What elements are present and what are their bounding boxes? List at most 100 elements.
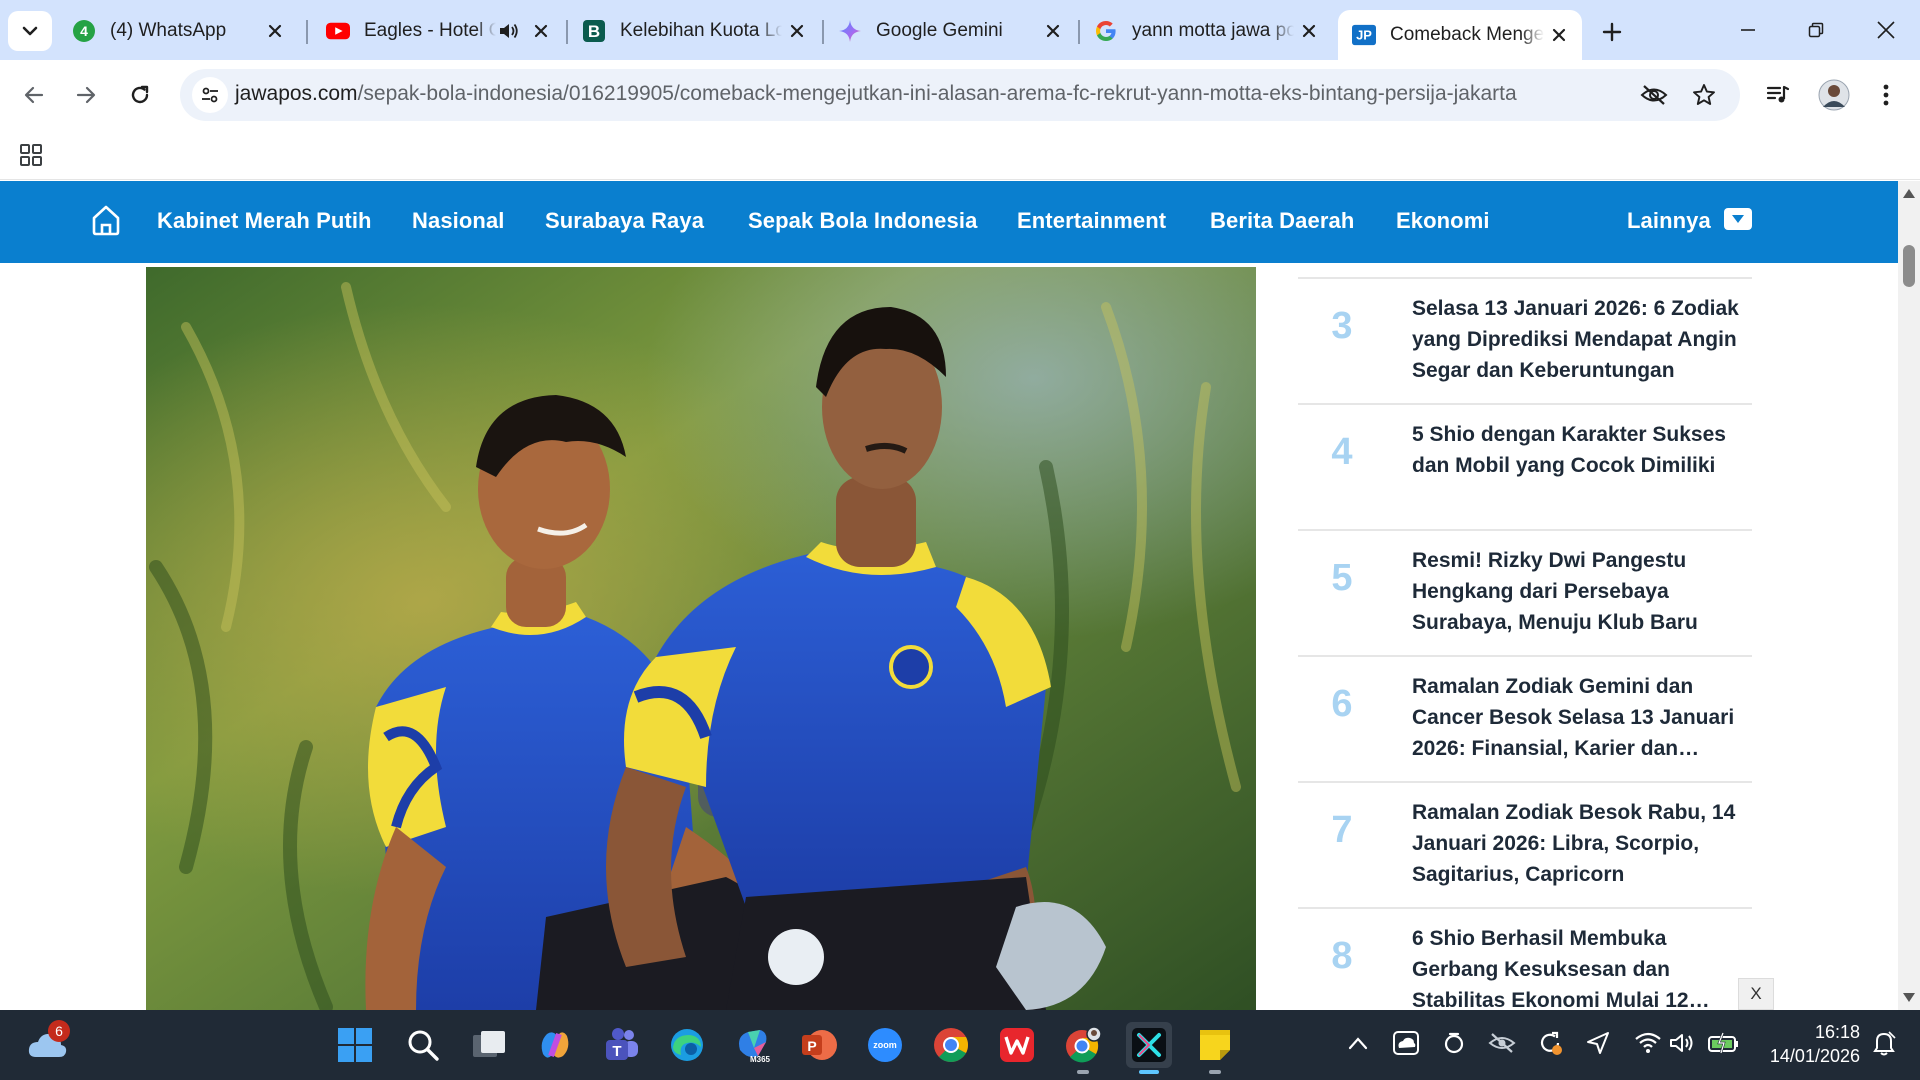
camera-off-tray[interactable] (1484, 1025, 1520, 1061)
news-title[interactable]: 5 Shio dengan Karakter Sukses dan Mobil … (1412, 419, 1742, 481)
news-title[interactable]: 6 Shio Berhasil Membuka Gerbang Kesukses… (1412, 923, 1742, 1010)
reload-button[interactable] (118, 73, 162, 117)
tab-strip: 4 (4) WhatsApp Eagles - Hotel California… (0, 0, 1920, 60)
nav-nasional[interactable]: Nasional (412, 208, 505, 234)
nav-kabinet-merah-putih[interactable]: Kabinet Merah Putih (157, 208, 372, 234)
back-button[interactable] (12, 73, 56, 117)
page-scrollbar[interactable] (1898, 181, 1920, 1010)
location-tray[interactable] (1580, 1025, 1616, 1061)
nav-ekonomi[interactable]: Ekonomi (1396, 208, 1490, 234)
list-item[interactable]: 5 Resmi! Rizky Dwi Pangestu Hengkang dar… (1298, 529, 1752, 655)
list-item[interactable]: 4 5 Shio dengan Karakter Sukses dan Mobi… (1298, 403, 1752, 529)
more-vertical-icon (1883, 84, 1889, 106)
svg-text:JP: JP (1356, 28, 1372, 43)
tab-whatsapp[interactable]: 4 (4) WhatsApp (58, 10, 298, 52)
eye-off-icon (1640, 85, 1668, 105)
zoom-app[interactable]: zoom (862, 1022, 908, 1068)
nav-lainnya[interactable]: Lainnya (1627, 208, 1711, 234)
tracking-protection-button[interactable] (1640, 81, 1668, 109)
m365-app[interactable]: M365 (730, 1022, 776, 1068)
caret-down-icon[interactable] (1724, 208, 1752, 230)
address-bar[interactable]: jawapos.com/sepak-bola-indonesia/0162199… (180, 69, 1740, 121)
sync-tray[interactable] (1436, 1025, 1472, 1061)
capcut-app[interactable] (1126, 1022, 1172, 1074)
site-info-button[interactable] (192, 77, 228, 113)
chrome-app[interactable] (928, 1022, 974, 1068)
close-icon[interactable] (260, 16, 290, 46)
close-ad-button[interactable]: X (1738, 978, 1774, 1010)
tab-search-button[interactable] (8, 11, 52, 51)
svg-text:4: 4 (80, 23, 88, 39)
close-icon[interactable] (782, 16, 812, 46)
apps-button[interactable] (14, 138, 48, 172)
new-tab-button[interactable] (1592, 12, 1632, 52)
nav-entertainment[interactable]: Entertainment (1017, 208, 1166, 234)
powerpoint-app[interactable]: P (796, 1022, 842, 1068)
news-title[interactable]: Ramalan Zodiak Gemini dan Cancer Besok S… (1412, 671, 1742, 764)
url-host: jawapos.com (235, 82, 358, 105)
nav-surabaya-raya[interactable]: Surabaya Raya (545, 208, 704, 234)
show-hidden-icons-button[interactable] (1340, 1025, 1376, 1061)
scroll-up-arrow-icon[interactable] (1903, 189, 1915, 198)
url-text[interactable]: jawapos.com/sepak-bola-indonesia/0162199… (235, 82, 1517, 106)
tab-google-gemini[interactable]: Google Gemini (824, 10, 1076, 52)
nav-sepak-bola-indonesia[interactable]: Sepak Bola Indonesia (748, 208, 977, 234)
close-icon[interactable] (1294, 16, 1324, 46)
tab-title: Comeback Mengejutkan (1390, 24, 1544, 45)
notification-center-button[interactable] (1866, 1025, 1902, 1061)
close-icon[interactable] (1038, 16, 1068, 46)
news-title[interactable]: Selasa 13 Januari 2026: 6 Zodiak yang Di… (1412, 293, 1742, 386)
jawapos-icon: JP (1352, 23, 1376, 47)
task-view-icon (473, 1031, 505, 1057)
sticky-notes-app[interactable] (1192, 1022, 1238, 1074)
restore-icon (1808, 22, 1824, 38)
tab-jawapos-active[interactable]: JP Comeback Mengejutkan (1338, 10, 1582, 60)
system-clock[interactable]: 16:18 14/01/2026 (1740, 1020, 1860, 1068)
restore-button[interactable] (1782, 0, 1850, 60)
home-icon[interactable] (90, 203, 122, 237)
clock-time: 16:18 (1814, 1022, 1860, 1042)
avatar (1818, 79, 1850, 111)
battery-tray[interactable] (1706, 1025, 1742, 1061)
forward-button[interactable] (64, 73, 108, 117)
scrollbar-thumb[interactable] (1903, 245, 1915, 287)
rank-number: 7 (1331, 809, 1353, 851)
speaker-icon[interactable] (496, 21, 522, 41)
onedrive-tray[interactable] (1388, 1025, 1424, 1061)
close-icon[interactable] (1544, 20, 1574, 50)
news-title[interactable]: Resmi! Rizky Dwi Pangestu Hengkang dari … (1412, 545, 1742, 638)
update-tray[interactable] (1532, 1025, 1568, 1061)
speaker-icon (1670, 1034, 1693, 1052)
start-button[interactable] (332, 1022, 378, 1068)
profile-button[interactable] (1812, 73, 1856, 117)
tab-google-search[interactable]: yann motta jawa pos (1080, 10, 1332, 52)
task-view-button[interactable] (466, 1022, 512, 1068)
list-item[interactable]: 8 6 Shio Berhasil Membuka Gerbang Kesuks… (1298, 907, 1752, 1010)
page-viewport: Kabinet Merah Putih Nasional Surabaya Ra… (0, 181, 1920, 1010)
minimize-button[interactable] (1714, 0, 1782, 60)
close-icon[interactable] (526, 16, 556, 46)
tab-youtube[interactable]: Eagles - Hotel California (312, 10, 564, 52)
edge-app[interactable] (664, 1022, 710, 1068)
wifi-tray[interactable] (1630, 1025, 1666, 1061)
teams-app[interactable]: T (598, 1022, 644, 1068)
media-controls-button[interactable] (1756, 73, 1800, 117)
wps-office-app[interactable] (994, 1022, 1040, 1068)
close-window-button[interactable] (1852, 0, 1920, 60)
reload-icon (131, 85, 149, 104)
volume-tray[interactable] (1664, 1025, 1700, 1061)
browser-menu-button[interactable] (1864, 73, 1908, 117)
copilot-app[interactable] (532, 1022, 578, 1068)
tab-kelebihan-kuota[interactable]: B Kelebihan Kuota Login (568, 10, 820, 52)
chrome-profile-app[interactable] (1060, 1022, 1106, 1074)
list-item[interactable]: 3 Selasa 13 Januari 2026: 6 Zodiak yang … (1298, 277, 1752, 403)
tune-icon (202, 87, 218, 103)
bookmark-star-button[interactable] (1690, 81, 1718, 109)
nav-berita-daerah[interactable]: Berita Daerah (1210, 208, 1354, 234)
taskbar-search-button[interactable] (400, 1022, 446, 1068)
list-item[interactable]: 7 Ramalan Zodiak Besok Rabu, 14 Januari … (1298, 781, 1752, 907)
news-title[interactable]: Ramalan Zodiak Besok Rabu, 14 Januari 20… (1412, 797, 1742, 890)
list-item[interactable]: 6 Ramalan Zodiak Gemini dan Cancer Besok… (1298, 655, 1752, 781)
scroll-down-arrow-icon[interactable] (1903, 993, 1915, 1002)
browser-toolbar: jawapos.com/sepak-bola-indonesia/0162199… (0, 60, 1920, 130)
